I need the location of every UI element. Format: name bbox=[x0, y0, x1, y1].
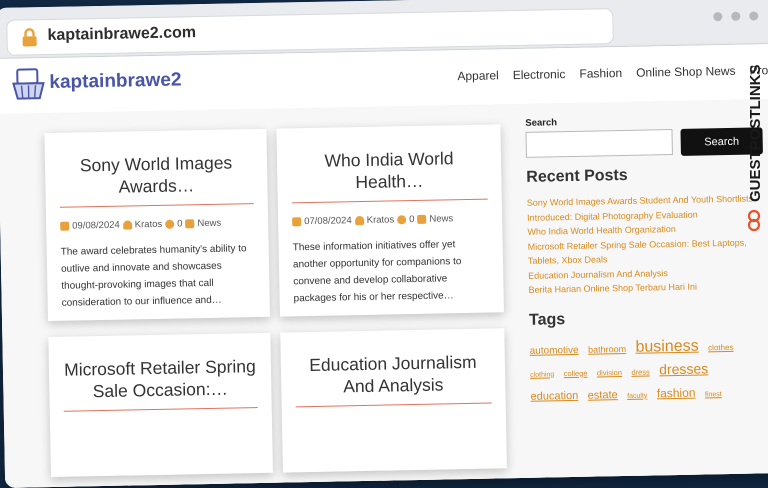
tag-link[interactable]: bathroom bbox=[588, 343, 626, 354]
comment-icon bbox=[397, 215, 406, 224]
tag-link[interactable]: business bbox=[635, 337, 698, 355]
tag-link[interactable]: clothing bbox=[530, 371, 554, 378]
tag-link[interactable]: fashion bbox=[657, 385, 696, 400]
site-brand[interactable]: kaptainbrawe2 bbox=[49, 69, 181, 94]
basket-logo-icon[interactable] bbox=[11, 67, 46, 102]
post-author[interactable]: Kratos bbox=[367, 214, 395, 226]
window-dot-icon[interactable] bbox=[749, 11, 758, 20]
post-title[interactable]: Education Journalism And Analysis bbox=[280, 328, 505, 406]
tags-title: Tags bbox=[529, 307, 768, 330]
folder-icon bbox=[185, 219, 194, 228]
window-controls bbox=[713, 11, 758, 21]
tag-link[interactable]: education bbox=[530, 389, 578, 402]
window-dot-icon[interactable] bbox=[731, 12, 740, 21]
recent-posts-list: Sony World Images Awards Student And You… bbox=[527, 191, 768, 297]
tag-link[interactable]: automotive bbox=[530, 344, 579, 356]
lock-icon bbox=[21, 27, 37, 47]
tag-cloud: automotive bathroom business clothes clo… bbox=[529, 335, 768, 409]
tag-link[interactable]: college bbox=[564, 368, 588, 377]
nav-item-electronic[interactable]: Electronic bbox=[513, 67, 566, 82]
post-excerpt: These information initiatives offer yet … bbox=[278, 223, 503, 307]
tag-link[interactable]: dresses bbox=[659, 360, 708, 377]
content-area: Sony World Images Awards… 09/08/2024 Kra… bbox=[0, 99, 768, 488]
tag-link[interactable]: clothes bbox=[708, 342, 734, 351]
browser-window: kaptainbrawe2.com kaptainbrawe2 Apparel … bbox=[0, 0, 768, 488]
calendar-icon bbox=[60, 222, 69, 231]
post-comments[interactable]: 0 bbox=[409, 214, 415, 225]
folder-icon bbox=[417, 215, 426, 224]
post-title[interactable]: Sony World Images Awards… bbox=[44, 129, 267, 207]
post-title[interactable]: Microsoft Retailer Spring Sale Occasion:… bbox=[48, 333, 271, 411]
search-label: Search bbox=[525, 113, 765, 129]
tag-link[interactable]: estate bbox=[588, 389, 618, 402]
site-page: kaptainbrawe2 Apparel Electronic Fashion… bbox=[0, 44, 768, 488]
recent-post-link[interactable]: Sony World Images Awards Student And You… bbox=[527, 191, 768, 225]
tag-link[interactable]: faculty bbox=[627, 392, 647, 399]
post-title[interactable]: Who India World Health… bbox=[276, 124, 501, 202]
nav-item-fashion[interactable]: Fashion bbox=[579, 66, 622, 81]
search-input[interactable] bbox=[525, 129, 672, 158]
watermark-text: GUESTPOSTLINKS bbox=[747, 64, 764, 202]
recent-posts-title: Recent Posts bbox=[526, 164, 766, 187]
post-comments[interactable]: 0 bbox=[177, 218, 183, 229]
tag-link[interactable]: finest bbox=[705, 391, 722, 398]
recent-post-link[interactable]: Microsoft Retailer Spring Sale Occasion:… bbox=[528, 235, 768, 269]
author-icon bbox=[355, 216, 364, 225]
nav-item-online-shop-news[interactable]: Online Shop News bbox=[636, 64, 736, 80]
url-text: kaptainbrawe2.com bbox=[47, 24, 196, 45]
post-excerpt: The award celebrates humanity's ability … bbox=[46, 228, 269, 312]
post-date[interactable]: 09/08/2024 bbox=[72, 220, 120, 232]
guestpostlinks-watermark: GUESTPOSTLINKS bbox=[740, 30, 768, 260]
post-card: Microsoft Retailer Spring Sale Occasion:… bbox=[48, 333, 273, 477]
calendar-icon bbox=[292, 217, 301, 226]
search-form: Search bbox=[525, 127, 765, 159]
link-icon bbox=[749, 211, 759, 230]
author-icon bbox=[123, 220, 132, 229]
post-card: Who India World Health… 07/08/2024 Krato… bbox=[276, 124, 504, 316]
sidebar: Search Search Recent Posts Sony World Im… bbox=[525, 113, 768, 408]
tag-link[interactable]: dress bbox=[631, 367, 650, 376]
post-card: Sony World Images Awards… 09/08/2024 Kra… bbox=[44, 129, 270, 321]
main-nav: Apparel Electronic Fashion Online Shop N… bbox=[457, 63, 768, 83]
nav-item-apparel[interactable]: Apparel bbox=[457, 68, 499, 83]
post-author[interactable]: Kratos bbox=[135, 219, 163, 231]
tag-link[interactable]: division bbox=[597, 368, 622, 377]
post-category[interactable]: News bbox=[429, 213, 453, 224]
post-category[interactable]: News bbox=[197, 218, 221, 229]
window-dot-icon[interactable] bbox=[713, 12, 722, 21]
post-date[interactable]: 07/08/2024 bbox=[304, 215, 352, 227]
post-card: Education Journalism And Analysis bbox=[280, 328, 507, 472]
comment-icon bbox=[165, 220, 174, 229]
